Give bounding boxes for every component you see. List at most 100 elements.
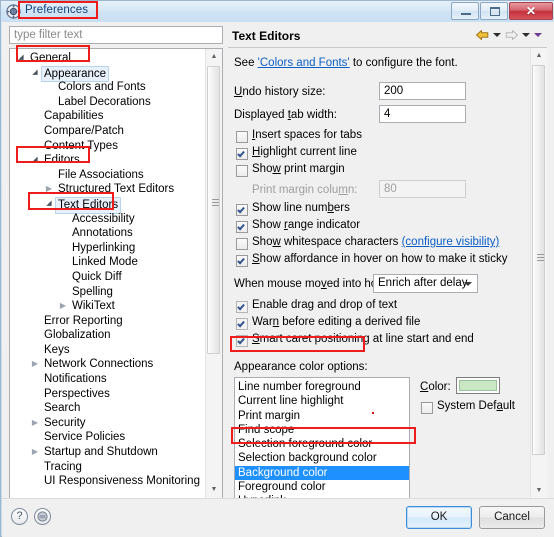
title-bar[interactable]: Preferences ✕	[1, 1, 554, 22]
tree-item-content-types[interactable]: Content Types	[10, 139, 206, 154]
tree-item-appearance[interactable]: ◢ Appearance	[10, 65, 206, 83]
tree-item-error-reporting[interactable]: Error Reporting	[10, 314, 206, 329]
tree-item-label: Quick Diff	[72, 270, 122, 283]
show-line-numbers-checkbox[interactable]	[236, 204, 248, 216]
tree-item-tracing[interactable]: Tracing	[10, 460, 206, 475]
tree-scrollbar[interactable]: ▲ ▼	[205, 49, 222, 498]
tree-item-ui-responsiveness-monitoring[interactable]: UI Responsiveness Monitoring	[10, 474, 206, 489]
color-option-row[interactable]: Line number foreground	[235, 380, 409, 394]
tab-width-label: Displayed tab width:	[234, 109, 337, 121]
expand-arrow-icon[interactable]: ▶	[30, 357, 40, 372]
tree-item-security[interactable]: ▶ Security	[10, 416, 206, 431]
enable-drag-drop-checkbox[interactable]	[236, 301, 248, 313]
undo-history-input[interactable]	[379, 82, 466, 100]
collapse-arrow-icon[interactable]: ◢	[30, 66, 40, 81]
forward-history-chevron-down-icon[interactable]	[521, 28, 531, 42]
expand-arrow-icon[interactable]: ▶	[58, 299, 68, 314]
tree-item-label: Label Decorations	[58, 95, 151, 108]
maximize-button[interactable]	[480, 2, 508, 20]
tree-item-structured-text-editors[interactable]: ▶ Structured Text Editors	[10, 182, 206, 197]
tree-item-accessibility[interactable]: Accessibility	[10, 212, 206, 227]
color-option-row[interactable]: Find scope	[235, 423, 409, 437]
tree-item-file-associations[interactable]: File Associations	[10, 168, 206, 183]
expand-arrow-icon[interactable]: ▶	[30, 445, 40, 460]
show-line-numbers-label: Show line numbers	[252, 202, 350, 214]
color-option-row[interactable]: Print margin	[235, 409, 409, 423]
tree-item-hyperlinking[interactable]: Hyperlinking	[10, 241, 206, 256]
minimize-button[interactable]	[451, 2, 479, 20]
ok-button[interactable]: OK	[406, 506, 472, 529]
show-print-margin-checkbox[interactable]	[236, 165, 248, 177]
tree-item-annotations[interactable]: Annotations	[10, 226, 206, 241]
color-swatch-button[interactable]	[456, 377, 500, 394]
minimize-icon	[461, 13, 471, 15]
tree-item-globalization[interactable]: Globalization	[10, 328, 206, 343]
color-option-row[interactable]: Foreground color	[235, 480, 409, 494]
close-icon: ✕	[525, 4, 537, 18]
scroll-up-icon[interactable]: ▲	[531, 48, 547, 64]
color-option-row[interactable]: Current line highlight	[235, 394, 409, 408]
filter-input[interactable]	[9, 26, 223, 44]
system-default-label: System Default	[437, 400, 515, 412]
tree-item-editors[interactable]: ◢ Editors	[10, 153, 206, 168]
collapse-arrow-icon[interactable]: ◢	[16, 51, 26, 66]
system-default-checkbox[interactable]	[421, 402, 433, 414]
tree-item-search[interactable]: Search	[10, 401, 206, 416]
tree-item-capabilities[interactable]: Capabilities	[10, 109, 206, 124]
scroll-down-icon[interactable]: ▼	[531, 483, 547, 499]
colors-and-fonts-link[interactable]: 'Colors and Fonts'	[258, 57, 350, 69]
tree-item-wikitext[interactable]: ▶ WikiText	[10, 299, 206, 314]
appearance-color-options-list[interactable]: Line number foreground Current line highl…	[234, 377, 410, 499]
collapse-arrow-icon[interactable]: ◢	[30, 153, 40, 168]
show-affordance-checkbox[interactable]	[236, 255, 248, 267]
page-scrollbar-thumb[interactable]	[532, 65, 545, 455]
forward-arrow-icon[interactable]	[504, 28, 519, 42]
color-option-row[interactable]: Selection background color	[235, 451, 409, 465]
tree-item-label: Service Policies	[44, 431, 126, 444]
tree-item-notifications[interactable]: Notifications	[10, 372, 206, 387]
color-option-row[interactable]: Background color	[235, 465, 409, 481]
back-arrow-icon[interactable]	[475, 28, 490, 42]
close-button[interactable]: ✕	[509, 2, 553, 20]
tree-item-general[interactable]: ◢ General	[10, 51, 206, 66]
tree-item-spelling[interactable]: Spelling	[10, 285, 206, 300]
tree-item-keys[interactable]: Keys	[10, 343, 206, 358]
tree-item-linked-mode[interactable]: Linked Mode	[10, 255, 206, 270]
page-scrollbar[interactable]: ▲ ▼	[530, 48, 547, 499]
tree-item-startup-and-shutdown[interactable]: ▶ Startup and Shutdown	[10, 445, 206, 460]
expand-arrow-icon[interactable]: ▶	[44, 182, 54, 197]
smart-caret-checkbox[interactable]	[236, 335, 248, 347]
restore-defaults-icon[interactable]	[34, 508, 51, 525]
tree-item-label: Network Connections	[44, 358, 154, 371]
show-whitespace-checkbox[interactable]	[236, 238, 248, 250]
tree-item-perspectives[interactable]: Perspectives	[10, 387, 206, 402]
tree-scrollbar-thumb[interactable]	[207, 66, 220, 354]
configure-visibility-link[interactable]: (configure visibility)	[402, 236, 500, 248]
cancel-button[interactable]: Cancel	[479, 506, 545, 529]
highlight-current-line-checkbox[interactable]	[236, 148, 248, 160]
show-range-indicator-checkbox[interactable]	[236, 221, 248, 233]
tree-item-compare-patch[interactable]: Compare/Patch	[10, 124, 206, 139]
scroll-up-icon[interactable]: ▲	[206, 49, 222, 65]
help-icon[interactable]: ?	[11, 508, 28, 525]
color-option-row[interactable]: Selection foreground color	[235, 437, 409, 451]
insert-spaces-checkbox[interactable]	[236, 131, 248, 143]
hover-combo[interactable]: Enrich after delay	[373, 274, 478, 293]
scroll-down-icon[interactable]: ▼	[206, 482, 222, 498]
tree-item-colors-and-fonts[interactable]: Colors and Fonts	[10, 80, 206, 95]
tree-item-network-connections[interactable]: ▶ Network Connections	[10, 357, 206, 372]
maximize-icon	[490, 7, 500, 16]
insert-spaces-label: Insert spaces for tabs	[252, 129, 362, 141]
view-menu-chevron-down-icon[interactable]	[533, 28, 543, 42]
tree-item-text-editors[interactable]: ◢ Text Editors	[10, 196, 206, 214]
expand-arrow-icon[interactable]: ▶	[30, 416, 40, 431]
collapse-arrow-icon[interactable]: ◢	[44, 197, 54, 212]
tree-item-quick-diff[interactable]: Quick Diff	[10, 270, 206, 285]
tab-width-input[interactable]	[379, 105, 466, 123]
print-margin-column-input[interactable]	[379, 180, 466, 198]
back-history-chevron-down-icon[interactable]	[492, 28, 502, 42]
warn-derived-file-checkbox[interactable]	[236, 318, 248, 330]
tree-item-label-decorations[interactable]: Label Decorations	[10, 95, 206, 110]
tree-item-service-policies[interactable]: Service Policies	[10, 430, 206, 445]
preferences-tree[interactable]: ◢ General ◢ Appearance Colors and Fonts Label…	[9, 48, 223, 499]
